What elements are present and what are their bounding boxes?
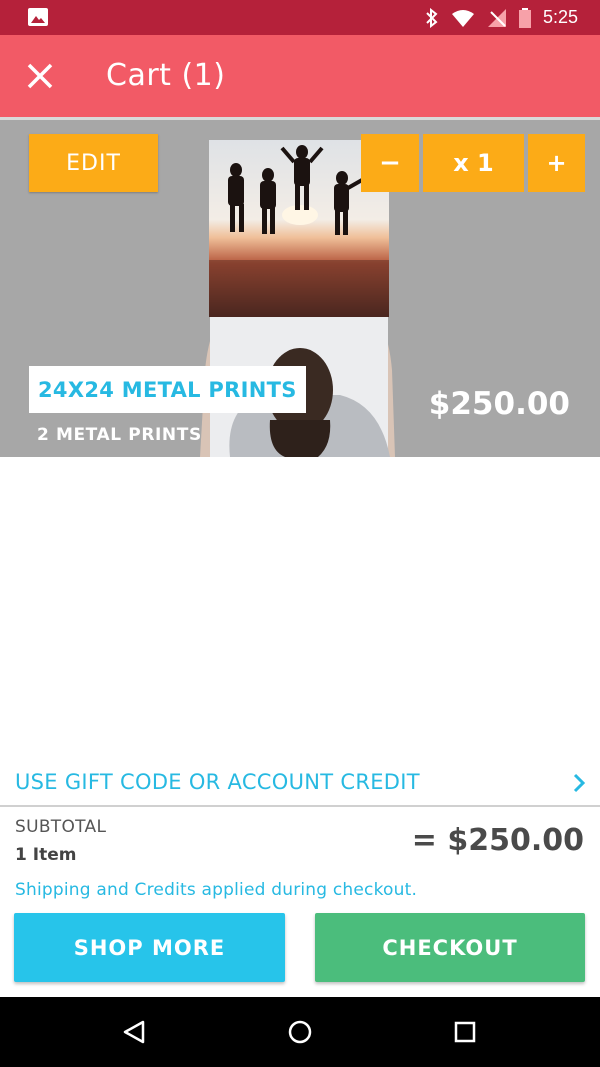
home-icon [288, 1020, 312, 1044]
gift-code-row[interactable]: USE GIFT CODE OR ACCOUNT CREDIT [0, 760, 600, 806]
chevron-right-icon [573, 773, 586, 793]
gift-code-label: USE GIFT CODE OR ACCOUNT CREDIT [15, 770, 420, 794]
gallery-icon [28, 8, 48, 26]
checkout-button[interactable]: CHECKOUT [315, 913, 585, 982]
recents-button[interactable] [448, 1015, 482, 1049]
close-button[interactable] [20, 56, 60, 96]
subtotal-label: SUBTOTAL [15, 817, 107, 837]
back-button[interactable] [117, 1015, 151, 1049]
system-nav-bar [0, 997, 600, 1067]
edit-button[interactable]: EDIT [29, 134, 158, 192]
status-bar: 5:25 [0, 0, 600, 35]
app-bar: Cart (1) [0, 35, 600, 117]
quantity-display[interactable]: x 1 [423, 134, 524, 192]
shop-more-button[interactable]: SHOP MORE [14, 913, 285, 982]
battery-icon [518, 7, 531, 28]
product-price: $250.00 [428, 386, 570, 422]
no-signal-icon [487, 8, 506, 27]
bluetooth-icon [426, 7, 438, 28]
subtotal-value: = $250.00 [411, 823, 584, 858]
home-button[interactable] [283, 1015, 317, 1049]
product-subtitle: 2 METAL PRINTS [37, 425, 202, 445]
increment-quantity-button[interactable]: + [528, 134, 585, 192]
divider [0, 805, 600, 807]
shipping-note: Shipping and Credits applied during chec… [15, 880, 418, 900]
close-icon [27, 63, 53, 89]
decrement-quantity-button[interactable]: − [361, 134, 419, 192]
product-name: 24X24 METAL PRINTS [29, 366, 306, 413]
back-icon [123, 1020, 145, 1044]
status-time: 5:25 [542, 7, 578, 27]
item-count: 1 Item [15, 845, 77, 865]
recents-icon [454, 1021, 476, 1043]
page-title: Cart (1) [106, 58, 226, 93]
cart-item: EDIT − x 1 + 24X24 METAL PRINTS 2 METAL … [0, 120, 600, 457]
status-icons: 5:25 [425, 0, 578, 35]
wifi-icon [451, 9, 474, 27]
